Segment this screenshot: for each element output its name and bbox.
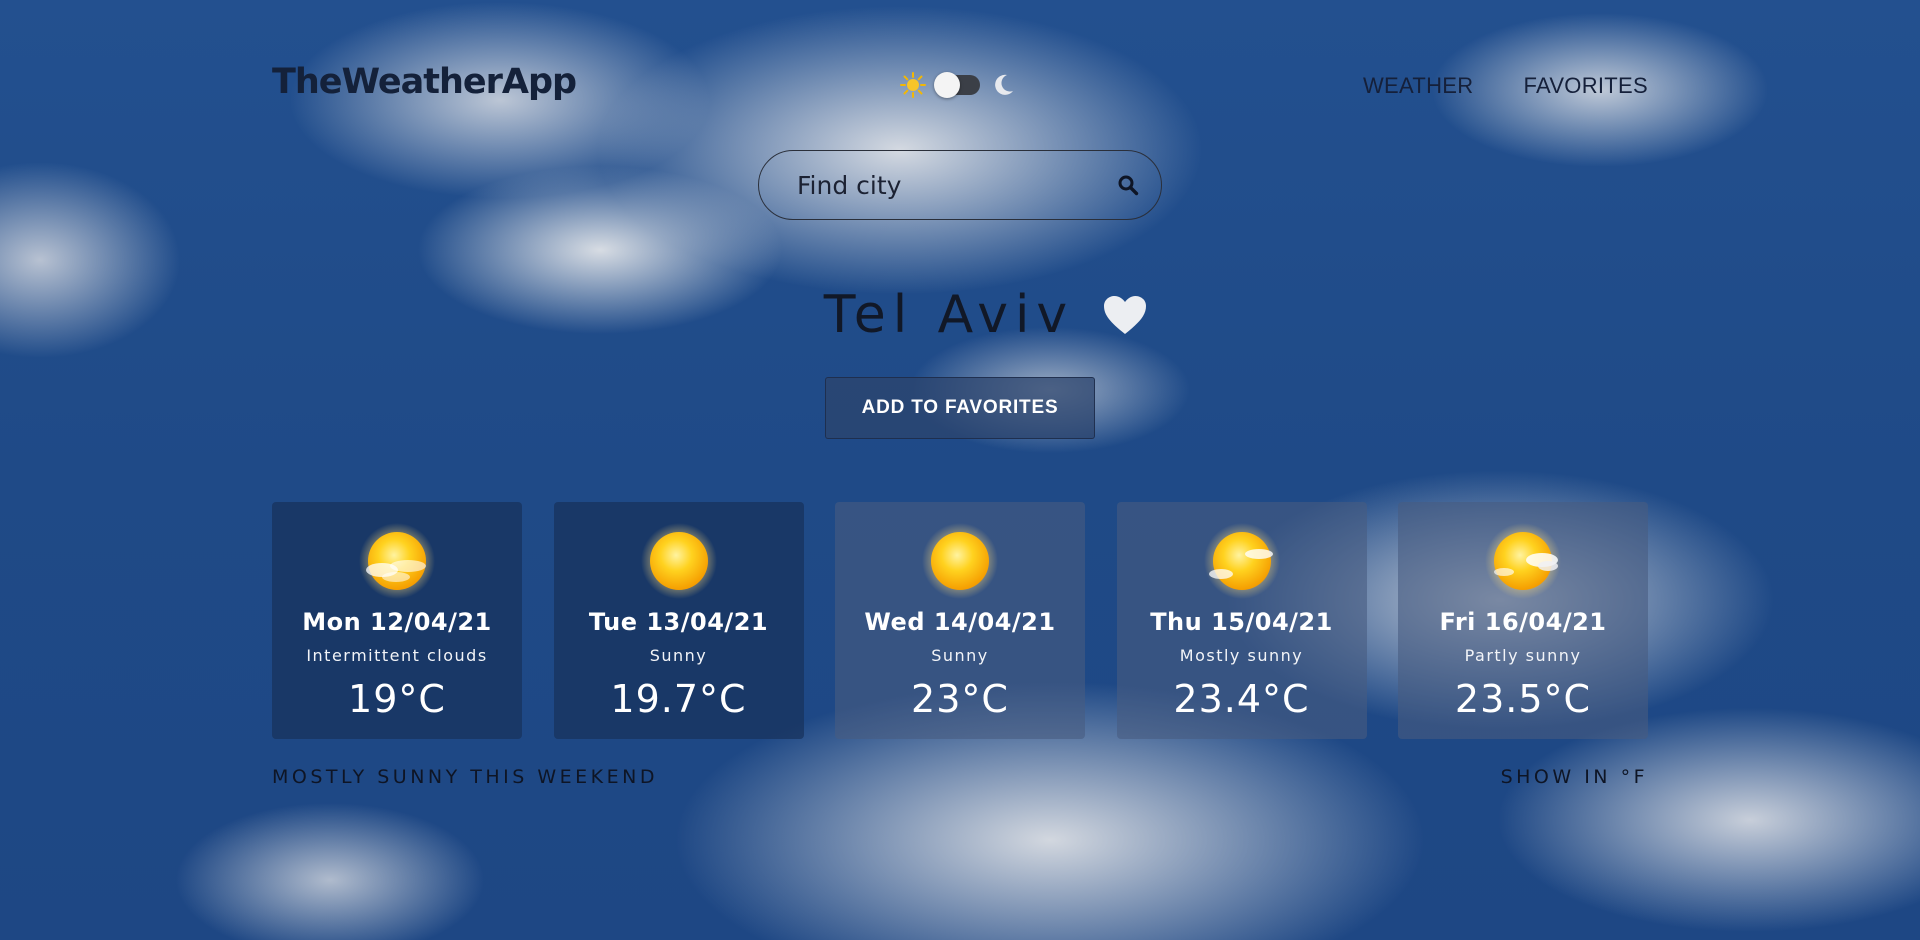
forecast-temperature: 19°C — [348, 677, 446, 721]
theme-switch-knob — [934, 72, 960, 98]
forecast-temperature: 23.4°C — [1173, 677, 1310, 721]
theme-switch[interactable] — [934, 72, 980, 98]
forecast-description: Partly sunny — [1464, 646, 1582, 665]
forecast-temperature: 23.5°C — [1454, 677, 1592, 721]
forecast-description: Sunny — [649, 646, 708, 665]
moon-icon — [995, 74, 1013, 95]
forecast-card[interactable]: Thu 15/04/21 Mostly sunny 23.4°C — [1116, 502, 1367, 739]
forecast-date: Tue 13/04/21 — [588, 608, 769, 636]
nav-weather[interactable]: WEATHER — [1363, 73, 1473, 99]
sun-small-cloud-icon — [1203, 523, 1280, 599]
sun-icon — [900, 72, 926, 98]
nav-favorites[interactable]: FAVORITES — [1523, 73, 1648, 99]
add-to-favorites-button[interactable]: ADD TO FAVORITES — [825, 377, 1095, 439]
forecast-temperature: 19.7°C — [610, 677, 747, 721]
forecast-list: Mon 12/04/21 Intermittent clouds 19°C Tu… — [272, 502, 1648, 739]
forecast-temperature: 23°C — [911, 677, 1009, 721]
forecast-card[interactable]: Wed 14/04/21 Sunny 23°C — [835, 502, 1085, 739]
theme-toggle[interactable] — [900, 70, 1016, 100]
forecast-card[interactable]: Fri 16/04/21 Partly sunny 23.5°C — [1398, 502, 1648, 739]
search-input[interactable] — [797, 170, 1117, 200]
weekend-summary: MOSTLY SUNNY THIS WEEKEND — [272, 766, 658, 788]
forecast-date: Fri 16/04/21 — [1439, 608, 1607, 636]
main-nav: WEATHER FAVORITES — [1363, 73, 1648, 99]
sun-icon — [922, 523, 998, 599]
forecast-date: Mon 12/04/21 — [302, 608, 492, 636]
search-icon[interactable] — [1117, 174, 1139, 196]
forecast-card[interactable]: Mon 12/04/21 Intermittent clouds 19°C — [272, 502, 522, 739]
forecast-description: Sunny — [931, 646, 989, 665]
forecast-description: Intermittent clouds — [306, 646, 488, 665]
forecast-card[interactable]: Tue 13/04/21 Sunny 19.7°C — [553, 502, 804, 739]
search-bar — [758, 150, 1162, 220]
unit-toggle-link[interactable]: SHOW IN °F — [1501, 766, 1648, 788]
forecast-date: Thu 15/04/21 — [1150, 608, 1333, 636]
app-logo[interactable]: TheWeatherApp — [272, 62, 577, 102]
sun-behind-clouds-icon — [359, 523, 435, 599]
sun-with-cloud-icon — [1485, 523, 1561, 599]
city-header: Tel Aviv — [272, 285, 1648, 345]
heart-icon[interactable] — [1102, 294, 1148, 336]
page-container: TheWeatherApp WEATHER FAVORITES T — [272, 0, 1648, 940]
sun-icon — [640, 523, 717, 599]
forecast-description: Mostly sunny — [1179, 646, 1304, 665]
forecast-date: Wed 14/04/21 — [864, 608, 1056, 636]
city-name: Tel Aviv — [823, 285, 1075, 345]
